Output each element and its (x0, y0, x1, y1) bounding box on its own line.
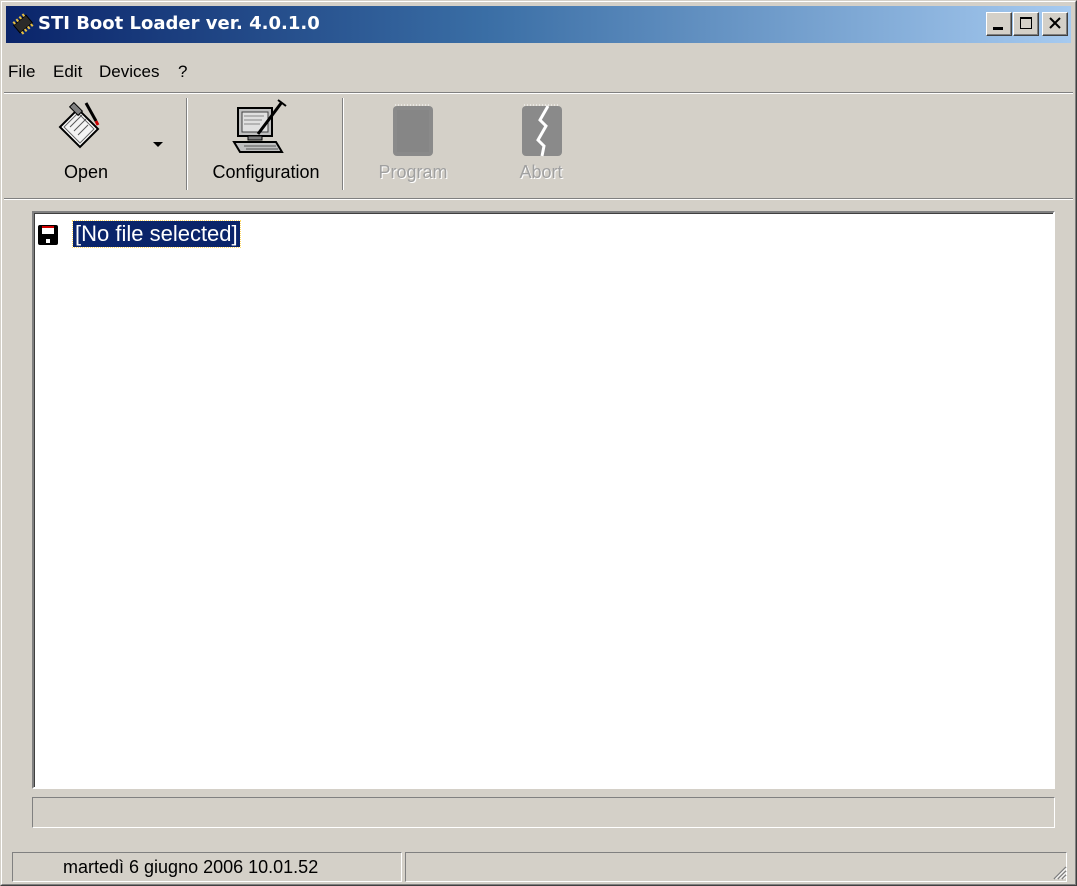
menu-bar: File Edit Devices ? (6, 56, 1071, 86)
resize-grip-icon[interactable] (1051, 864, 1067, 880)
toolbar: Open Configuration Program Abort (6, 96, 1071, 196)
chip-app-icon (12, 13, 34, 35)
maximize-button[interactable] (1013, 12, 1039, 36)
toolbar-bottom-separator (4, 198, 1073, 200)
tree-item-label[interactable]: [No file selected] (72, 220, 241, 248)
file-tree-view[interactable]: [No file selected] (32, 211, 1055, 789)
progress-bar (32, 797, 1055, 828)
computer-configuration-icon (232, 99, 287, 153)
status-bar: martedì 6 giugno 2006 10.01.52 (6, 849, 1071, 882)
floppy-disk-icon (38, 225, 58, 245)
chip-program-icon (393, 104, 433, 156)
main-window: STI Boot Loader ver. 4.0.1.0 File Edit D… (0, 0, 1077, 886)
status-pane-2 (405, 852, 1067, 882)
title-bar[interactable]: STI Boot Loader ver. 4.0.1.0 (6, 6, 1071, 43)
menu-separator (4, 92, 1073, 94)
menu-edit[interactable]: Edit (47, 60, 88, 84)
open-clipboard-icon (58, 101, 100, 149)
minimize-icon (993, 27, 1003, 30)
toolbar-separator (342, 98, 344, 190)
menu-help[interactable]: ? (172, 60, 193, 84)
close-icon (1049, 17, 1061, 29)
program-button-label: Program (378, 162, 448, 182)
abort-button: Abort (496, 96, 586, 196)
toolbar-separator (186, 98, 188, 190)
open-button[interactable]: Open (36, 96, 136, 196)
status-datetime: martedì 6 giugno 2006 10.01.52 (12, 852, 402, 882)
open-button-label: Open (63, 162, 109, 182)
open-dropdown-arrow-icon[interactable] (153, 142, 163, 148)
broken-chip-abort-icon (522, 104, 562, 157)
abort-button-label: Abort (519, 162, 563, 182)
maximize-icon (1020, 17, 1032, 29)
window-title: STI Boot Loader ver. 4.0.1.0 (38, 13, 320, 34)
minimize-button[interactable] (986, 12, 1012, 36)
menu-file[interactable]: File (2, 60, 41, 84)
close-button[interactable] (1042, 12, 1068, 36)
configuration-button[interactable]: Configuration (202, 96, 330, 196)
menu-devices[interactable]: Devices (93, 60, 165, 84)
configuration-button-label: Configuration (212, 162, 320, 182)
program-button: Program (368, 96, 458, 196)
